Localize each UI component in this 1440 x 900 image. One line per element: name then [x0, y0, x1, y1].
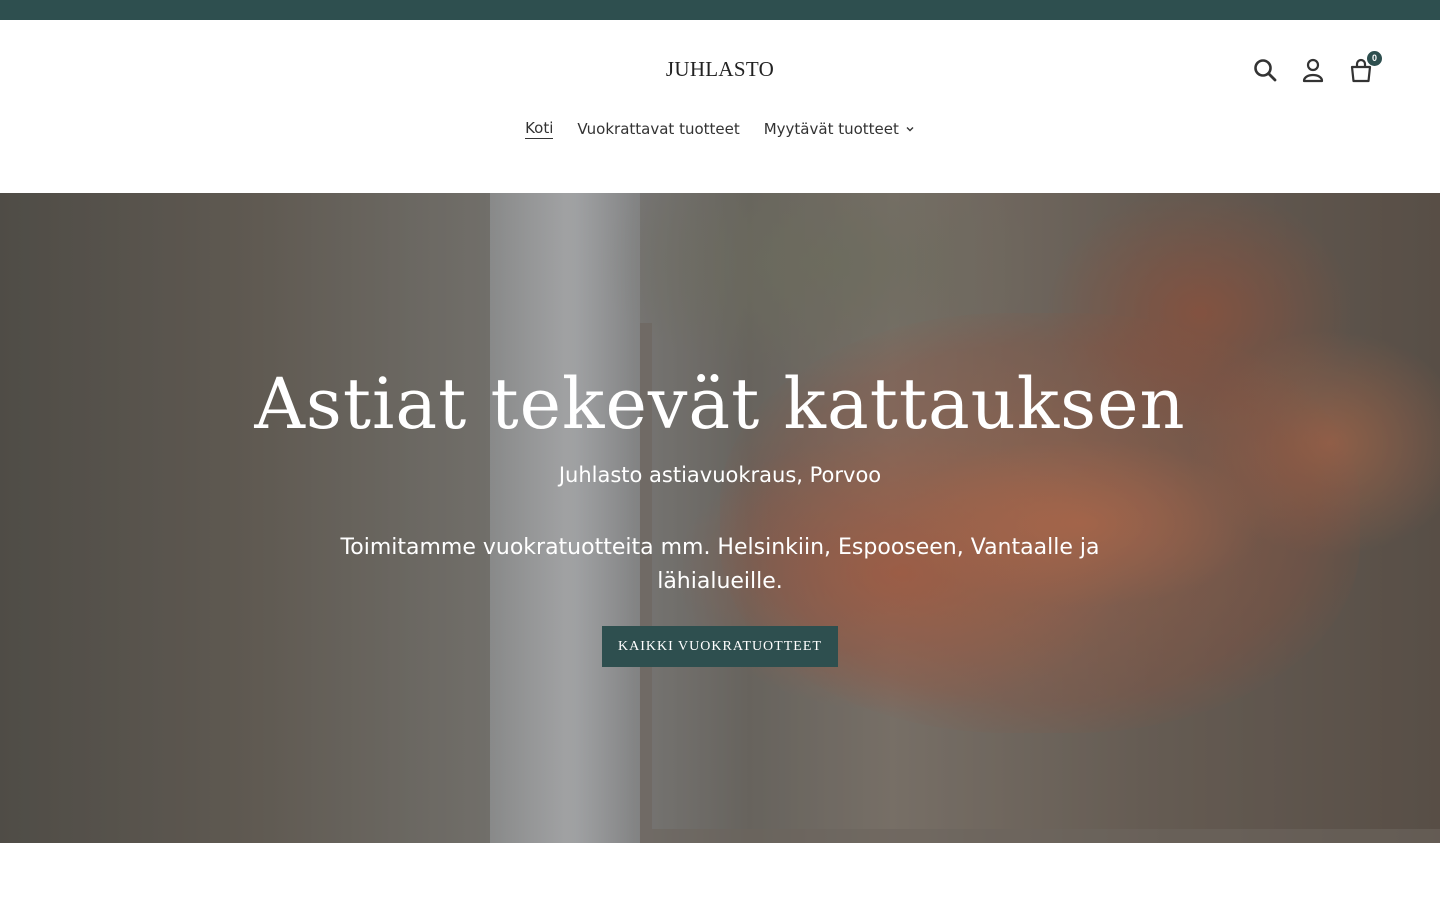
header-icons: 0 [1252, 51, 1382, 84]
nav-item-label: Vuokrattavat tuotteet [577, 120, 740, 138]
hero-banner: Astiat tekevät kattauksen Juhlasto astia… [0, 193, 1440, 843]
user-icon [1302, 58, 1324, 83]
search-icon [1254, 59, 1277, 82]
hero-content: Astiat tekevät kattauksen Juhlasto astia… [0, 193, 1440, 843]
hero-title: Astiat tekevät kattauksen [254, 363, 1186, 445]
account-button[interactable] [1300, 56, 1326, 84]
logo-link[interactable]: JUHLASTO [666, 57, 774, 81]
site-header: JUHLASTO 0 Koti Vuokrattavat tuotteet My… [0, 20, 1440, 193]
nav-item-koti[interactable]: Koti [525, 119, 554, 139]
main-nav: Koti Vuokrattavat tuotteet Myytävät tuot… [0, 119, 1440, 139]
search-button[interactable] [1252, 56, 1278, 84]
cart-count-badge: 0 [1367, 51, 1382, 66]
hero-text: Toimitamme vuokratuotteita mm. Helsinkii… [340, 535, 1100, 594]
cart-button[interactable]: 0 [1348, 51, 1382, 84]
nav-item-vuokrattavat[interactable]: Vuokrattavat tuotteet [577, 119, 739, 139]
nav-item-myytavat[interactable]: Myytävät tuotteet [764, 119, 915, 139]
hero-subtitle: Juhlasto astiavuokraus, Porvoo [558, 463, 882, 487]
nav-item-label: Myytävät tuotteet [763, 120, 899, 138]
all-rental-products-button[interactable]: KAIKKI VUOKRATUOTTEET [602, 626, 838, 667]
site-logo: JUHLASTO [0, 57, 1440, 82]
chevron-down-icon [906, 127, 914, 132]
nav-item-label: Koti [525, 119, 554, 139]
announcement-bar [0, 0, 1440, 20]
